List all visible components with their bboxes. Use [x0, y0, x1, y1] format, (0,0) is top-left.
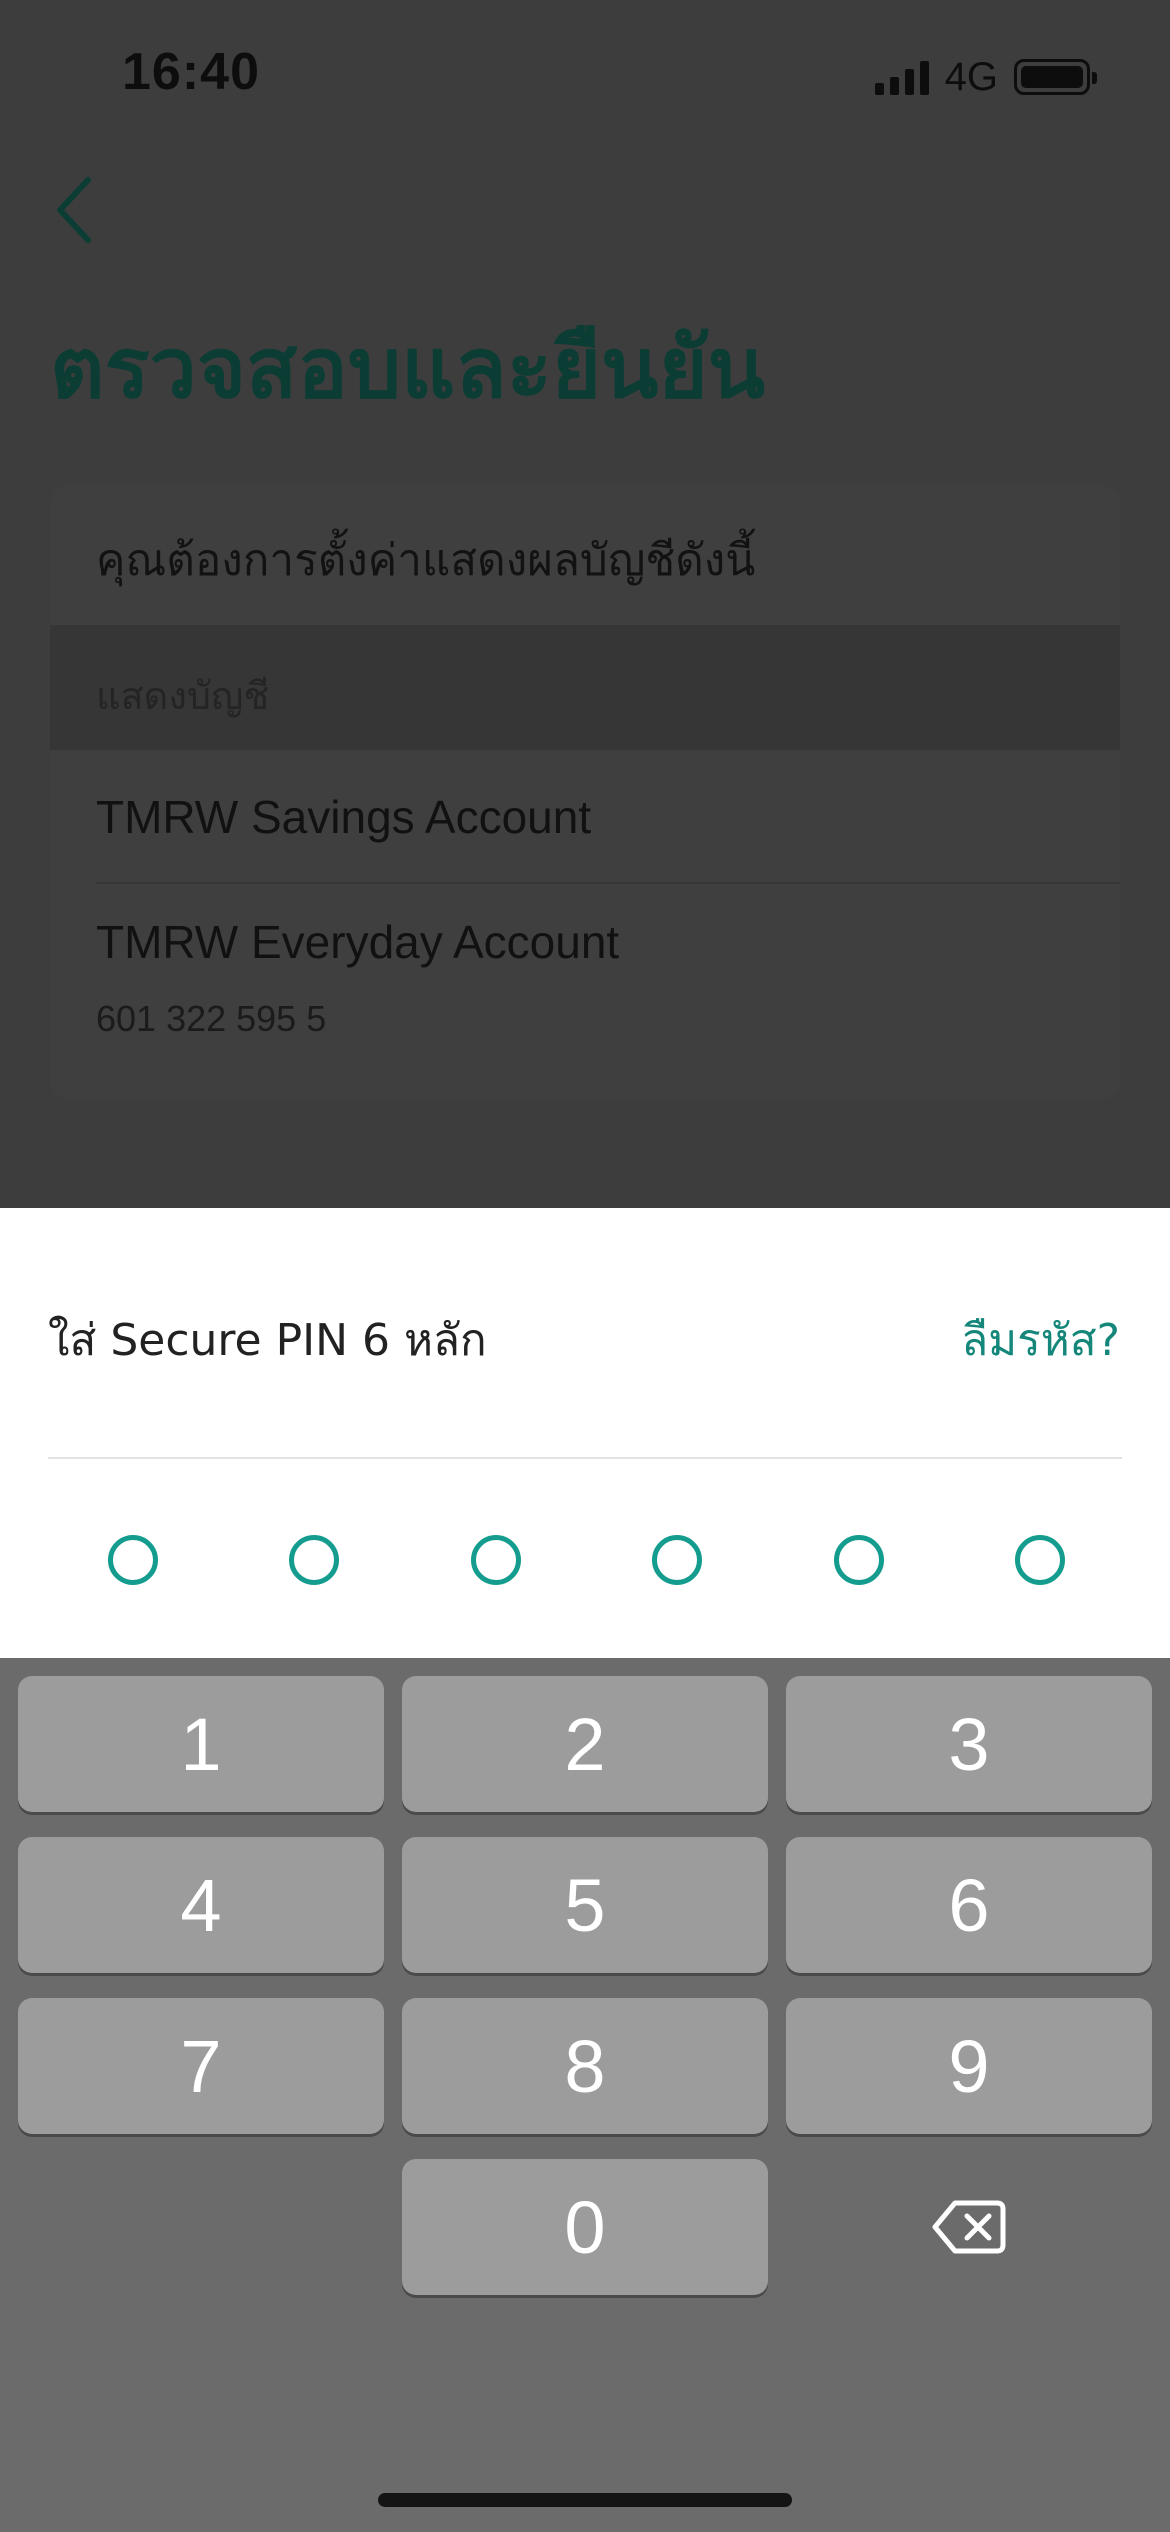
account-number: 601 322 595 5 — [96, 998, 327, 1039]
key-9[interactable]: 9 — [786, 1998, 1152, 2134]
status-icons: 4G — [874, 52, 1097, 102]
backspace-button[interactable] — [786, 2159, 1152, 2295]
account-name: TMRW Savings Account — [96, 791, 592, 843]
key-4[interactable]: 4 — [18, 1837, 384, 1973]
pin-prompt: ใส่ Secure PIN 6 หลัก — [48, 1315, 487, 1366]
key-3[interactable]: 3 — [786, 1676, 1152, 1812]
account-name: TMRW Everyday Account — [96, 916, 620, 968]
key-6[interactable]: 6 — [786, 1837, 1152, 1973]
home-indicator — [378, 2493, 792, 2507]
status-time: 16:40 — [122, 43, 260, 101]
pin-dot — [471, 1535, 521, 1585]
forgot-pin-link[interactable]: ลืมรหัส? — [961, 1305, 1120, 1375]
pin-dots — [0, 1535, 1170, 1587]
chevron-left-icon — [57, 177, 91, 243]
back-button[interactable] — [48, 170, 108, 250]
backspace-icon — [932, 2200, 1006, 2254]
section-header: แสดงบัญชี — [50, 625, 1120, 750]
battery-icon — [1014, 59, 1097, 95]
pin-dot — [834, 1535, 884, 1585]
pin-dot — [652, 1535, 702, 1585]
divider — [48, 1457, 1122, 1459]
key-5[interactable]: 5 — [402, 1837, 768, 1973]
status-bar: 16:40 4G — [0, 0, 1170, 150]
divider — [96, 882, 1120, 884]
numeric-keypad: 1 2 3 4 5 6 7 8 9 0 — [0, 1658, 1170, 2532]
page-title: ตรวจสอบและยืนยัน — [50, 319, 766, 417]
signal-icon — [874, 59, 929, 95]
network-type: 4G — [944, 54, 998, 99]
key-8[interactable]: 8 — [402, 1998, 768, 2134]
key-1[interactable]: 1 — [18, 1676, 384, 1812]
key-7[interactable]: 7 — [18, 1998, 384, 2134]
pin-dot — [289, 1535, 339, 1585]
key-0[interactable]: 0 — [402, 2159, 768, 2295]
pin-dot — [1015, 1535, 1065, 1585]
confirm-card: คุณต้องการตั้งค่าแสดงผลบัญชีดังนี้ แสดงบ… — [50, 485, 1120, 1100]
key-2[interactable]: 2 — [402, 1676, 768, 1812]
section-label: แสดงบัญชี — [96, 674, 270, 718]
card-question: คุณต้องการตั้งค่าแสดงผลบัญชีดังนี้ — [96, 535, 756, 586]
pin-dot — [108, 1535, 158, 1585]
pin-sheet: ใส่ Secure PIN 6 หลัก ลืมรหัส? — [0, 1208, 1170, 1658]
pin-entry-screen: 16:40 4G ตรวจสอบและยืนยัน คุณต้องการตั้ง… — [0, 0, 1170, 2532]
